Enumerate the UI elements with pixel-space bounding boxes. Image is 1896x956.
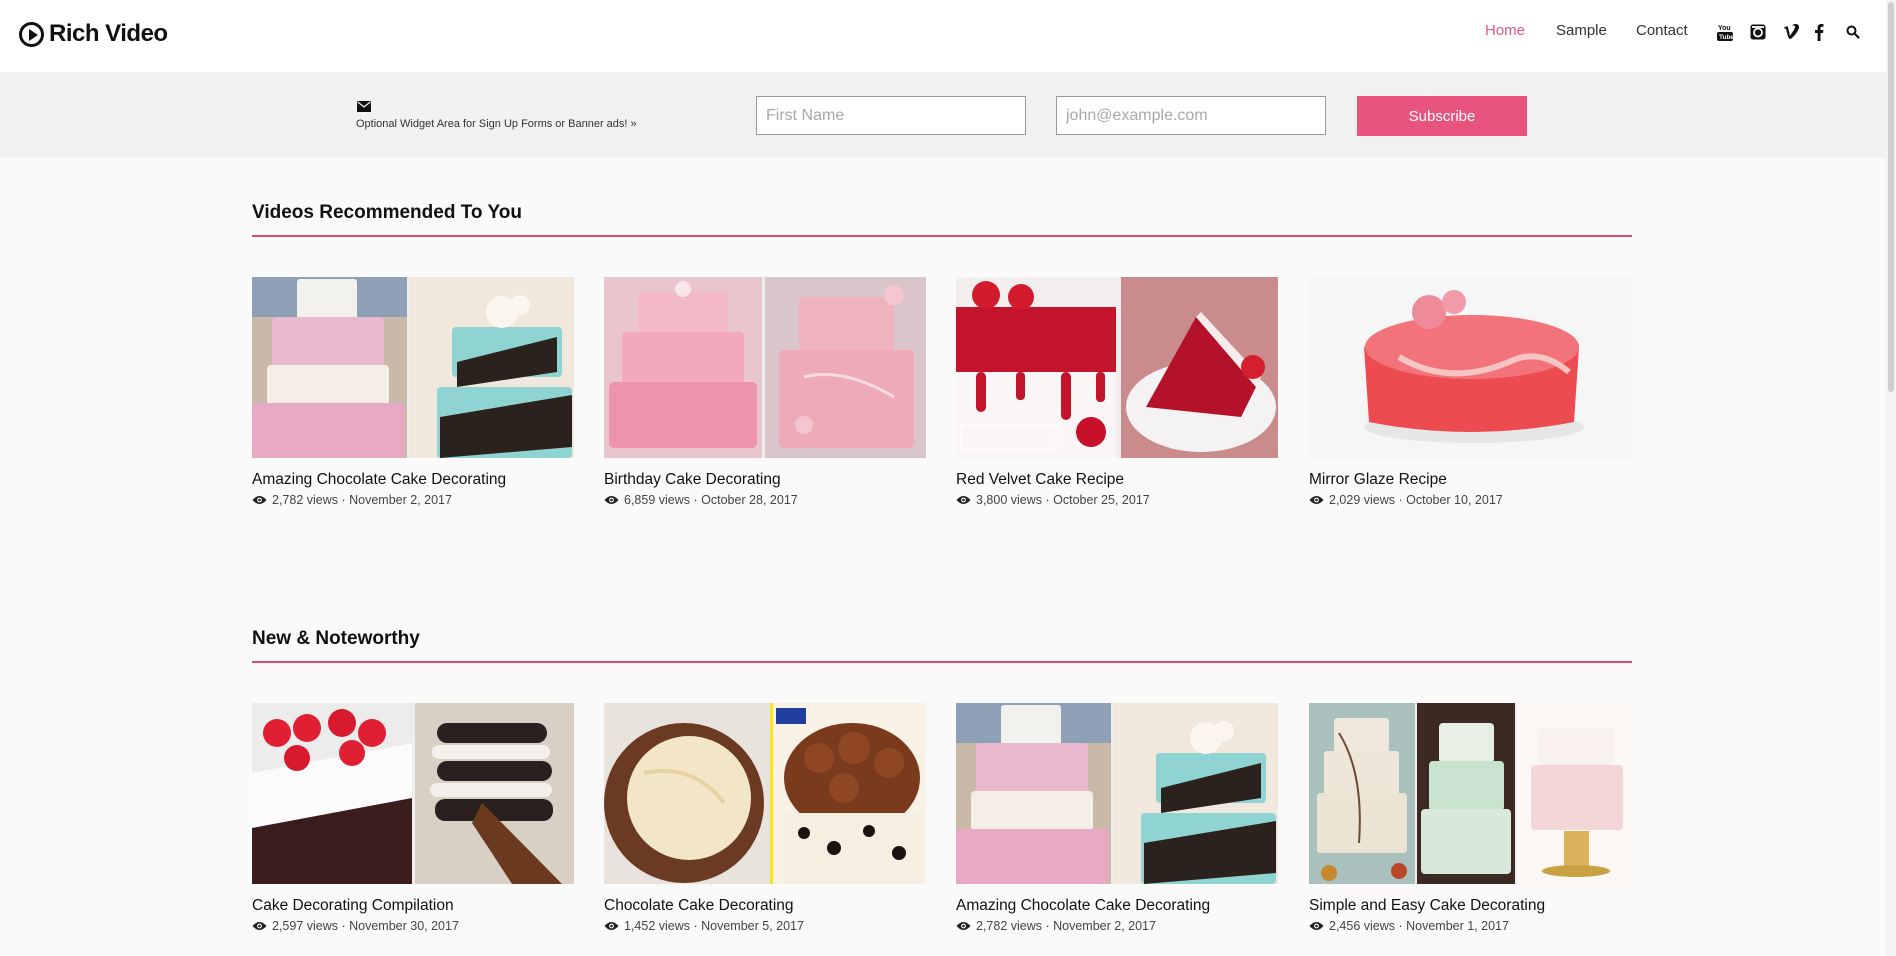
video-card[interactable]: Amazing Chocolate Cake Decorating 2,782 … <box>956 703 1278 943</box>
video-card[interactable]: Cake Decorating Compilation 2,597 views … <box>252 703 574 943</box>
video-meta: 2,597 views · November 30, 2017 <box>252 919 459 933</box>
eye-icon <box>604 922 619 930</box>
site-header: Rich Video Home Sample Contact You Tube <box>0 0 1896 72</box>
video-thumbnail[interactable] <box>604 703 926 884</box>
publish-date: October 28, 2017 <box>701 493 798 507</box>
publish-date: November 5, 2017 <box>701 919 804 933</box>
page-scrollbar[interactable] <box>1886 0 1896 956</box>
video-thumbnail[interactable] <box>1309 703 1631 884</box>
video-thumbnail[interactable] <box>1309 277 1631 458</box>
video-thumbnail[interactable] <box>956 277 1278 458</box>
video-title[interactable]: Red Velvet Cake Recipe <box>956 471 1124 489</box>
video-thumbnail[interactable] <box>956 703 1278 884</box>
video-title[interactable]: Amazing Chocolate Cake Decorating <box>956 897 1210 915</box>
video-meta: 2,029 views · October 10, 2017 <box>1309 493 1503 507</box>
video-meta: 2,782 views · November 2, 2017 <box>956 919 1156 933</box>
video-meta: 1,452 views · November 5, 2017 <box>604 919 804 933</box>
logo-text: Rich Video <box>49 20 168 47</box>
eye-icon <box>1309 922 1324 930</box>
section-title-recommended: Videos Recommended To You <box>252 202 522 223</box>
video-card[interactable]: Birthday Cake Decorating 6,859 views · O… <box>604 277 926 517</box>
view-count: 2,597 views <box>272 919 339 933</box>
nav-home[interactable]: Home <box>1485 22 1525 42</box>
play-circle-icon <box>19 21 44 47</box>
view-count: 2,782 views <box>976 919 1043 933</box>
video-title[interactable]: Amazing Chocolate Cake Decorating <box>252 471 506 489</box>
envelope-icon <box>357 101 371 112</box>
video-card[interactable]: Red Velvet Cake Recipe 3,800 views · Oct… <box>956 277 1278 517</box>
view-count: 2,782 views <box>272 493 339 507</box>
view-count: 3,800 views <box>976 493 1043 507</box>
video-title[interactable]: Birthday Cake Decorating <box>604 471 781 489</box>
video-thumbnail[interactable] <box>604 277 926 458</box>
view-count: 2,029 views <box>1329 493 1396 507</box>
site-logo[interactable]: Rich Video <box>19 19 168 49</box>
email-input[interactable] <box>1056 96 1326 135</box>
section-title-new-noteworthy: New & Noteworthy <box>252 628 420 649</box>
eye-icon <box>252 496 267 504</box>
view-count: 1,452 views <box>624 919 691 933</box>
section-divider <box>252 661 1632 663</box>
video-card[interactable]: Amazing Chocolate Cake Decorating 2,782 … <box>252 277 574 517</box>
video-title[interactable]: Simple and Easy Cake Decorating <box>1309 897 1545 915</box>
publish-date: October 10, 2017 <box>1406 493 1503 507</box>
subscribe-button[interactable]: Subscribe <box>1357 96 1527 136</box>
publish-date: November 2, 2017 <box>1053 919 1156 933</box>
scrollbar-thumb[interactable] <box>1888 2 1894 392</box>
video-thumbnail[interactable] <box>252 703 574 884</box>
video-card[interactable]: Simple and Easy Cake Decorating 2,456 vi… <box>1309 703 1631 943</box>
publish-date: November 1, 2017 <box>1406 919 1509 933</box>
video-thumbnail[interactable] <box>252 277 574 458</box>
publish-date: October 25, 2017 <box>1053 493 1150 507</box>
video-meta: 2,456 views · November 1, 2017 <box>1309 919 1509 933</box>
svg-text:Tube: Tube <box>1719 34 1733 41</box>
eye-icon <box>604 496 619 504</box>
nav-contact[interactable]: Contact <box>1636 22 1688 42</box>
banner-text: Optional Widget Area for Sign Up Forms o… <box>356 118 637 130</box>
youtube-icon[interactable]: You Tube <box>1715 22 1735 42</box>
video-title[interactable]: Mirror Glaze Recipe <box>1309 471 1447 489</box>
svg-text:You: You <box>1718 25 1731 32</box>
facebook-icon[interactable] <box>1809 22 1829 42</box>
publish-date: November 30, 2017 <box>349 919 459 933</box>
nav-sample[interactable]: Sample <box>1556 22 1607 42</box>
video-card[interactable]: Chocolate Cake Decorating 1,452 views · … <box>604 703 926 943</box>
eye-icon <box>1309 496 1324 504</box>
eye-icon <box>956 496 971 504</box>
eye-icon <box>956 922 971 930</box>
publish-date: November 2, 2017 <box>349 493 452 507</box>
vimeo-icon[interactable] <box>1782 22 1802 42</box>
section-divider <box>252 235 1632 237</box>
view-count: 6,859 views <box>624 493 691 507</box>
video-meta: 2,782 views · November 2, 2017 <box>252 493 452 507</box>
view-count: 2,456 views <box>1329 919 1396 933</box>
video-meta: 3,800 views · October 25, 2017 <box>956 493 1150 507</box>
eye-icon <box>252 922 267 930</box>
video-title[interactable]: Cake Decorating Compilation <box>252 897 454 915</box>
video-card[interactable]: Mirror Glaze Recipe 2,029 views · Octobe… <box>1309 277 1631 517</box>
instagram-icon[interactable] <box>1748 22 1768 42</box>
search-icon[interactable] <box>1843 22 1863 42</box>
video-title[interactable]: Chocolate Cake Decorating <box>604 897 794 915</box>
first-name-input[interactable] <box>756 96 1026 135</box>
video-meta: 6,859 views · October 28, 2017 <box>604 493 798 507</box>
